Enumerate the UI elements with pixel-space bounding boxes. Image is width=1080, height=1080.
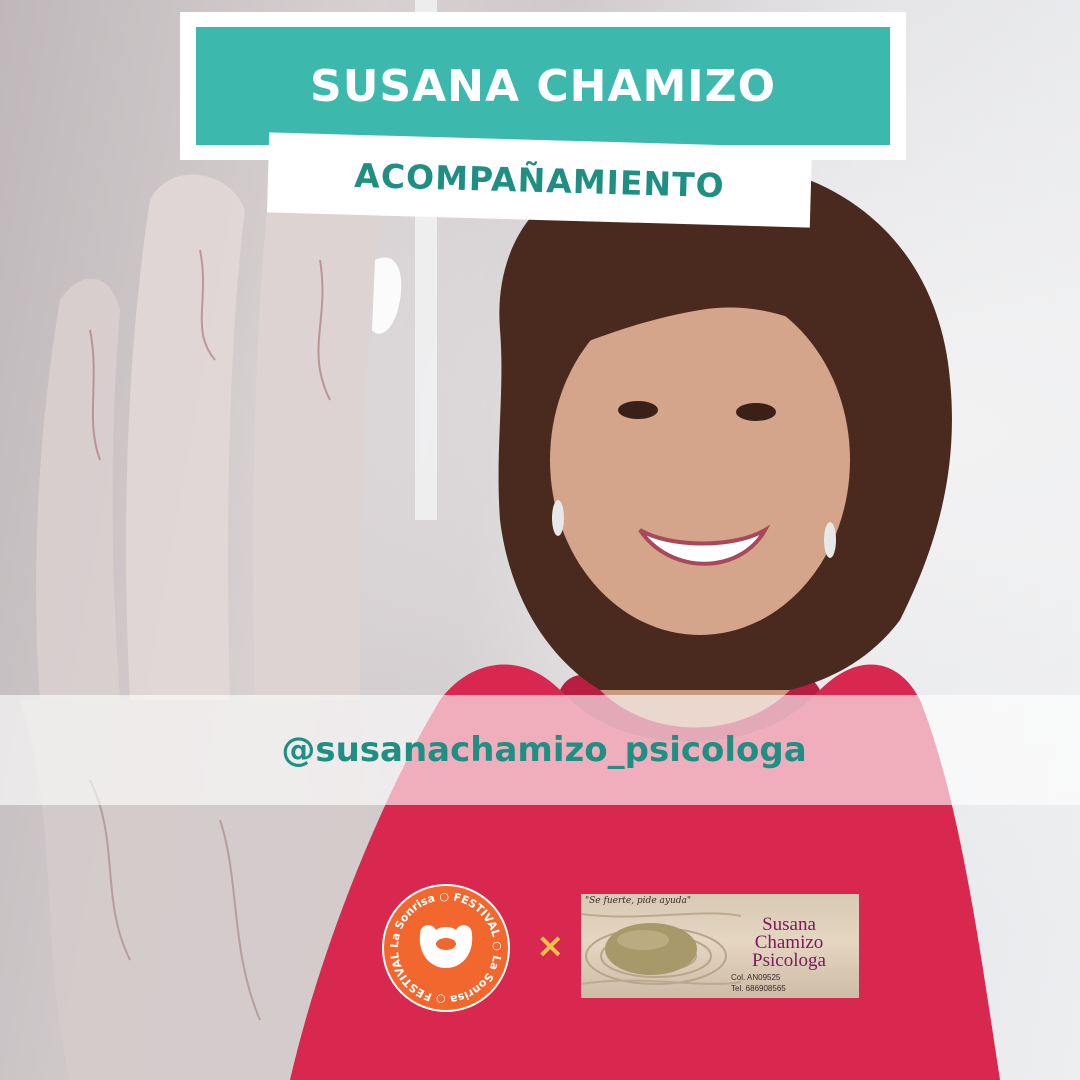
partner-col-number: Col. AN09525: [731, 973, 781, 982]
title-band: SUSANA CHAMIZO: [196, 27, 890, 145]
partner-phone: Tel. 686908565: [731, 984, 786, 993]
partner-name-line3: Psicologa: [752, 950, 826, 971]
collaboration-x-symbol: ×: [536, 926, 565, 966]
psicologa-partner-logo: "Se fuerte, pide ayuda" Susana Chamizo P…: [581, 894, 859, 998]
instagram-handle[interactable]: @susanachamizo_psicologa: [281, 730, 806, 770]
role-subtitle: ACOMPAÑAMIENTO: [353, 155, 726, 205]
partner-slogan: "Se fuerte, pide ayuda": [585, 896, 692, 906]
social-post-canvas: SUSANA CHAMIZO ACOMPAÑAMIENTO @susanacha…: [0, 0, 1080, 1080]
subtitle-card: ACOMPAÑAMIENTO: [266, 132, 813, 228]
social-handle-strip: @susanachamizo_psicologa: [0, 695, 1080, 805]
partner-contact: Col. AN09525 Tel. 686908565: [731, 972, 786, 994]
person-name-title: SUSANA CHAMIZO: [310, 60, 776, 112]
partner-name: Susana Chamizo Psicologa: [721, 915, 857, 971]
la-sonrisa-festival-logo: La Sonrisa ○ FESTIVAL ○ La Sonrisa ○ FES…: [380, 882, 510, 1012]
